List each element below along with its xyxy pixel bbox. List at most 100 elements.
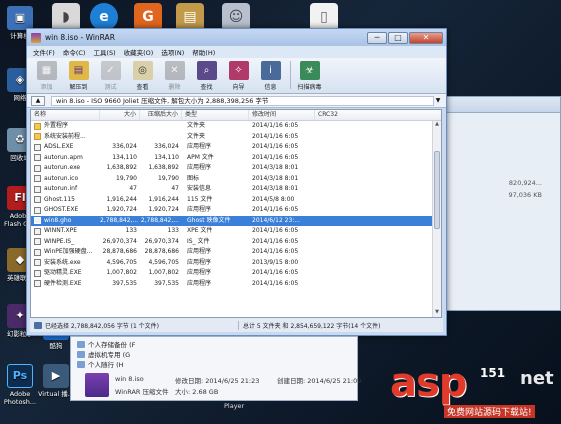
desktop-icon-virtual[interactable]: ▶ Virtual 播... (38, 364, 74, 398)
scrollbar-thumb[interactable] (434, 151, 440, 229)
file-type-cell: 文件夹 (187, 122, 206, 129)
watermark-number: 151 (480, 366, 506, 380)
office-icon[interactable]: G (134, 3, 162, 31)
column-packed[interactable]: 压缩后大小 (140, 110, 182, 120)
table-row[interactable]: 外置程序 文件夹 2014/1/16 6:05 (31, 121, 441, 132)
user-icon[interactable]: ☺ (222, 3, 250, 31)
file-size-cell: 397,535 (112, 279, 137, 287)
winrar-file-icon (85, 373, 109, 397)
file-type-cell: 应用程序 (187, 258, 212, 266)
desktop-icon-label: Virtual 播... (38, 390, 75, 398)
file-modified-cell: 2014/3/18 8:01 (252, 174, 299, 182)
folder-icon[interactable]: ▤ (176, 3, 204, 31)
menu-options[interactable]: 选项(N) (161, 47, 184, 57)
table-row[interactable]: 驱动精灵.EXE 1,007,802 1,007,802 应用程序 2014/1/16 … (31, 268, 441, 279)
table-row[interactable]: win8.gho 2,788,842,... 2,788,842,... Ghost … (31, 215, 441, 226)
file-packed-cell: 134,110 (154, 153, 179, 161)
column-type[interactable]: 类型 (182, 110, 249, 120)
chevron-down-icon[interactable]: ▼ (434, 97, 442, 104)
nav-item-personal[interactable]: 个人随行 (H (77, 359, 124, 369)
file-name-cell: Ghost.115 (31, 195, 100, 206)
table-row[interactable]: autorun.exe 1,638,892 1,638,892 应用程序 2014/3/… (31, 163, 441, 174)
table-row[interactable]: ADSL.EXE 336,024 336,024 应用程序 2014/1/16 6:05 (31, 142, 441, 153)
file-list[interactable]: 名称 大小 压缩后大小 类型 修改时间 CRC32 外置程序 文件夹 2014/1/… (30, 109, 442, 318)
watermark-logo: asp (390, 360, 467, 406)
file-name-text: autorun.ico (44, 174, 79, 182)
file-packed-cell: 133 (167, 227, 179, 234)
toolbar-label: 信息 (264, 84, 277, 91)
table-row[interactable]: WINNT.XPE 133 133 XPE 文件 2014/1/16 6:05 (31, 226, 441, 237)
info-button[interactable]: i 信息 (255, 61, 286, 91)
extract-to-button[interactable]: ▤ 解压到 (63, 61, 94, 91)
background-explorer-window[interactable]: 820,924... 97,036 KB (440, 96, 561, 311)
column-modified[interactable]: 修改时间 (249, 110, 315, 120)
table-row[interactable]: 安装系统.exe 4,596,705 4,596,705 应用程序 2013/9/15 … (31, 258, 441, 269)
document-icon[interactable]: ▯ (310, 3, 338, 31)
winrar-window[interactable]: win 8.iso - WinRAR ─ □ ✕ 文件(F) 命令(C) 工具(… (26, 28, 447, 336)
menu-favorites[interactable]: 收藏夹(O) (124, 47, 154, 57)
maximize-button[interactable]: □ (388, 31, 408, 44)
test-button[interactable]: ✓ 测试 (95, 61, 126, 91)
window-title: win 8.iso - WinRAR (45, 33, 115, 42)
close-button[interactable]: ✕ (409, 31, 443, 44)
table-row[interactable]: WinPE加强硬盘... 28,878,686 28,878,686 应用程序 2014… (31, 247, 441, 258)
find-icon: ⌕ (196, 61, 217, 80)
nav-item-vm[interactable]: 虚拟机专用 (G (77, 349, 130, 359)
toolbar: ▦ 添加 ▤ 解压到 ✓ 测试 ◎ 查看 ✕ 删除 ⌕ 查找 ✧ 向导 i 信息 (27, 58, 446, 94)
toolbar-label: 扫描病毒 (297, 84, 322, 91)
table-row[interactable]: 系统安装前程... 文件夹 2014/1/16 6:05 (31, 132, 441, 143)
menu-tools[interactable]: 工具(S) (93, 47, 115, 57)
file-modified-cell: 2014/1/16 6:05 (252, 227, 299, 234)
table-row[interactable]: GHOST.EXE 1,920,724 1,920,724 应用程序 2014/1/16… (31, 205, 441, 216)
virus-scan-button[interactable]: ☣ 扫描病毒 (294, 61, 325, 91)
file-modified-cell: 2014/1/16 6:05 (252, 248, 299, 255)
menu-help[interactable]: 帮助(H) (192, 47, 215, 57)
column-size[interactable]: 大小 (100, 110, 140, 120)
mouse-icon[interactable]: ◗ (52, 3, 80, 31)
table-row[interactable]: autorun.ico 19,790 19,790 图标 2014/3/18 8:01 (31, 174, 441, 185)
column-name[interactable]: 名称 (31, 110, 100, 120)
file-modified-cell: 2014/3/18 8:01 (252, 164, 299, 171)
desktop-icon-photoshop[interactable]: Ps Adobe Photosh... (2, 364, 38, 406)
delete-button[interactable]: ✕ 删除 (159, 61, 190, 91)
vertical-scrollbar[interactable]: ▲ ▼ (432, 121, 441, 317)
title-bar[interactable]: win 8.iso - WinRAR ─ □ ✕ (27, 29, 446, 46)
table-row[interactable]: WINPE.IS_ 26,970,374 26,970,374 IS_ 文件 2014/… (31, 237, 441, 248)
view-button[interactable]: ◎ 查看 (127, 61, 158, 91)
wizard-button[interactable]: ✧ 向导 (223, 61, 254, 91)
find-button[interactable]: ⌕ 查找 (191, 61, 222, 91)
path-field[interactable]: win 8.iso - ISO 9660 Joliet 压缩文件, 解包大小为 … (51, 95, 434, 106)
add-button[interactable]: ▦ 添加 (31, 61, 62, 91)
file-packed-cell: 2,788,842,... (140, 216, 179, 224)
menu-commands[interactable]: 命令(C) (63, 47, 86, 57)
file-modified-cell: 2013/9/15 8:00 (252, 258, 299, 266)
file-crc-cell (315, 247, 431, 258)
table-row[interactable]: 硬件检测.EXE 397,535 397,535 应用程序 2014/1/16 6:05 (31, 279, 441, 290)
scroll-down-icon[interactable]: ▼ (433, 309, 441, 317)
file-name-text: 外置程序 (44, 122, 69, 129)
file-crc-cell (315, 205, 431, 216)
table-row[interactable]: autorun.apm 134,110 134,110 APM 文件 2014/1/16… (31, 153, 441, 164)
file-name-cell: autorun.ico (31, 174, 100, 185)
nav-item-backup[interactable]: 个人存储备份 (F (77, 339, 135, 349)
explorer-details-panel[interactable]: 个人存储备份 (F 虚拟机专用 (G 个人随行 (H win 8.iso Win… (70, 336, 361, 401)
file-type-cell: 应用程序 (187, 164, 212, 171)
scroll-up-icon[interactable]: ▲ (433, 121, 441, 129)
file-type-cell: Ghost 映像文件 (187, 216, 231, 224)
table-row[interactable]: autorun.inf 47 47 安装信息 2014/3/18 8:01 (31, 184, 441, 195)
file-name-text: WINNT.XPE (44, 227, 78, 234)
file-name-text: 硬件检测.EXE (44, 279, 82, 287)
file-size-cell: 28,878,686 (102, 248, 137, 255)
minimize-button[interactable]: ─ (367, 31, 387, 44)
detail-size: 大小: 2.68 GB (175, 388, 219, 396)
menu-file[interactable]: 文件(F) (33, 47, 55, 57)
detail-modified: 修改日期: 2014/6/25 21:23 (175, 377, 260, 385)
file-name-cell: autorun.exe (31, 163, 100, 174)
file-size-cell: 4,596,705 (106, 258, 137, 266)
table-row[interactable]: Ghost.115 1,916,244 1,916,244 115 文件 2014/5/… (31, 195, 441, 206)
file-packed-cell: 1,638,892 (148, 164, 179, 171)
detail-file-name: win 8.iso (115, 375, 144, 383)
ie-icon[interactable]: e (90, 3, 118, 31)
column-crc32[interactable]: CRC32 (315, 110, 431, 120)
up-folder-button[interactable]: ▲ (31, 95, 45, 106)
